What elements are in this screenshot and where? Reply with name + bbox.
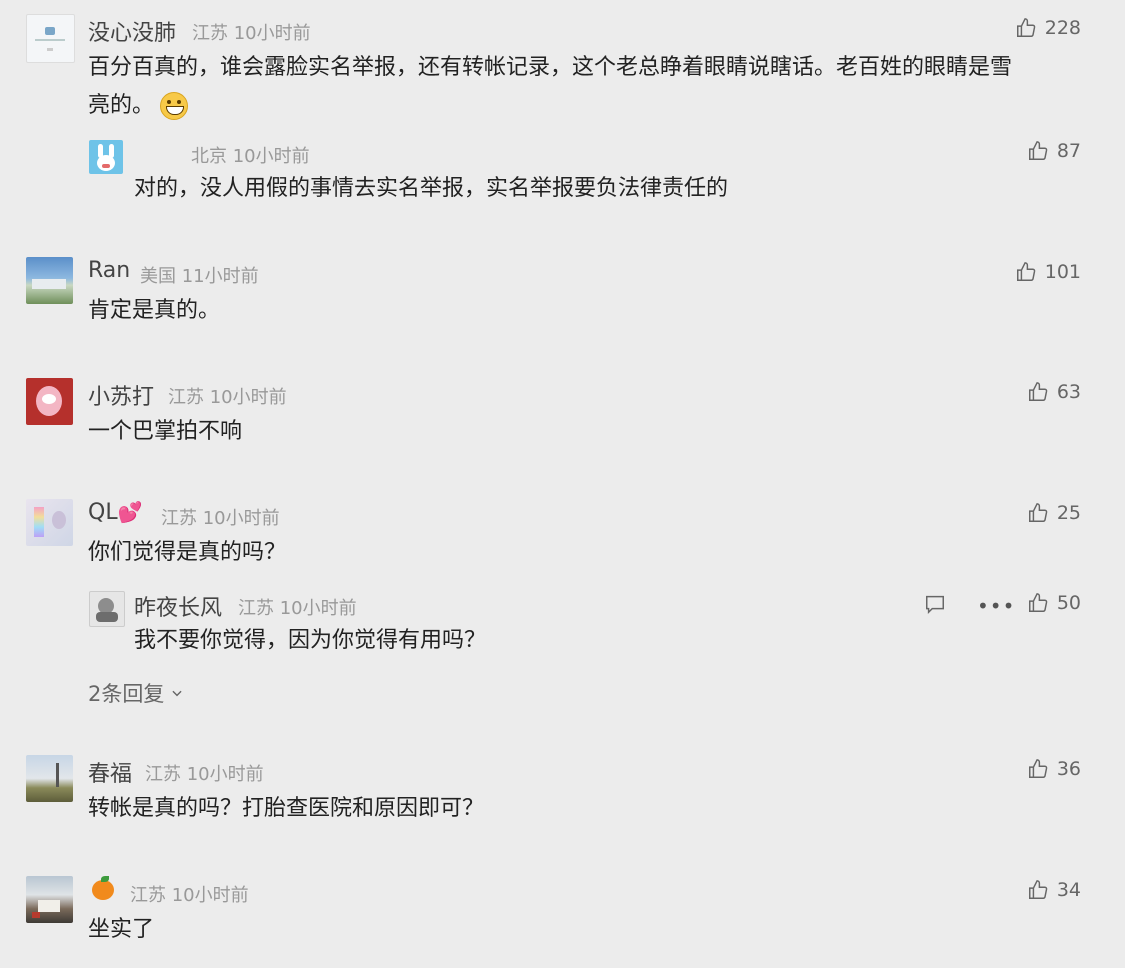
username-orange-icon[interactable]: 🍊 bbox=[92, 876, 114, 906]
like-button[interactable]: 87 bbox=[1027, 140, 1081, 162]
location: 美国 bbox=[140, 266, 176, 287]
thumbs-up-icon bbox=[1028, 141, 1048, 160]
timestamp: 10小时前 bbox=[171, 885, 249, 906]
username[interactable]: Ran bbox=[88, 258, 130, 283]
avatar[interactable] bbox=[26, 755, 73, 802]
comment-meta: 江苏 10小时前 bbox=[161, 504, 280, 530]
like-count: 101 bbox=[1044, 261, 1081, 283]
avatar[interactable] bbox=[26, 499, 73, 546]
avatar[interactable] bbox=[26, 876, 73, 923]
grin-emoji-icon bbox=[160, 92, 189, 120]
username-text: QL bbox=[88, 500, 118, 525]
location: 江苏 bbox=[130, 885, 166, 906]
avatar[interactable] bbox=[26, 257, 73, 304]
comment-text: 一个巴掌拍不响 bbox=[88, 419, 243, 444]
like-count: 228 bbox=[1044, 17, 1081, 39]
username[interactable]: 昨夜长风 bbox=[134, 590, 222, 622]
comment-text: 坐实了 bbox=[88, 917, 155, 942]
location: 江苏 bbox=[161, 508, 197, 529]
reply-comment-icon[interactable] bbox=[924, 593, 946, 619]
location: 江苏 bbox=[145, 764, 181, 785]
comment-text: 你们觉得是真的吗？ bbox=[88, 540, 287, 565]
thumbs-up-icon bbox=[1028, 759, 1048, 778]
like-button[interactable]: 63 bbox=[1027, 381, 1081, 403]
like-count: 87 bbox=[1056, 140, 1081, 162]
username[interactable]: 没心没肺 bbox=[88, 15, 176, 47]
location: 北京 bbox=[191, 146, 227, 167]
timestamp: 10小时前 bbox=[202, 508, 280, 529]
reply-text: 对的，没人用假的事情去实名举报，实名举报要负法律责任的 bbox=[134, 176, 729, 201]
like-button[interactable]: 36 bbox=[1027, 758, 1081, 780]
comment-text: 转帐是真的吗？打胎查医院和原因即可？ bbox=[88, 796, 485, 821]
thumbs-up-icon bbox=[1016, 18, 1036, 37]
timestamp: 10小时前 bbox=[279, 598, 357, 619]
thumbs-up-icon bbox=[1028, 382, 1048, 401]
username[interactable]: 小苏打 bbox=[88, 379, 154, 411]
timestamp: 10小时前 bbox=[209, 387, 287, 408]
avatar[interactable] bbox=[89, 591, 125, 627]
like-count: 34 bbox=[1056, 879, 1081, 901]
timestamp: 10小时前 bbox=[233, 23, 311, 44]
more-replies-button[interactable]: 2条回复 bbox=[88, 678, 184, 708]
comment-meta: 江苏 10小时前 bbox=[130, 881, 249, 907]
like-button[interactable]: 101 bbox=[1015, 261, 1081, 283]
like-count: 50 bbox=[1056, 592, 1081, 614]
comment-text: 百分百真的，谁会露脸实名举报，还有转帐记录，这个老总睁着眼睛说瞎话。老百姓的眼睛… bbox=[88, 49, 1012, 125]
thumbs-up-icon bbox=[1028, 503, 1048, 522]
thumbs-up-icon bbox=[1028, 593, 1048, 612]
avatar[interactable] bbox=[26, 378, 73, 425]
timestamp: 10小时前 bbox=[186, 764, 264, 785]
chevron-down-icon bbox=[172, 690, 182, 697]
like-count: 63 bbox=[1056, 381, 1081, 403]
like-count: 25 bbox=[1056, 502, 1081, 524]
comment-meta: 江苏 10小时前 bbox=[238, 594, 357, 620]
comment-meta: 江苏 10小时前 bbox=[145, 760, 264, 786]
avatar[interactable] bbox=[26, 14, 75, 63]
more-replies-label: 2条回复 bbox=[88, 682, 165, 706]
comment-text: 肯定是真的。 bbox=[88, 298, 221, 323]
comment-meta: 江苏 10小时前 bbox=[168, 383, 287, 409]
comment-text-line: 亮的。 bbox=[88, 93, 155, 118]
comment-meta: 江苏 10小时前 bbox=[192, 19, 311, 45]
comment-text-line: 百分百真的，谁会露脸实名举报，还有转帐记录，这个老总睁着眼睛说瞎话。老百姓的眼睛… bbox=[88, 55, 1013, 80]
orange-icon bbox=[92, 876, 114, 900]
thumbs-up-icon bbox=[1016, 262, 1036, 281]
location: 江苏 bbox=[192, 23, 228, 44]
like-button[interactable]: 228 bbox=[1015, 17, 1081, 39]
like-button[interactable]: 34 bbox=[1027, 879, 1081, 901]
location: 江苏 bbox=[168, 387, 204, 408]
timestamp: 11小时前 bbox=[181, 266, 259, 287]
like-count: 36 bbox=[1056, 758, 1081, 780]
more-options-icon[interactable]: ••• bbox=[977, 594, 1015, 618]
thumbs-up-icon bbox=[1028, 880, 1048, 899]
username[interactable]: 春福 bbox=[88, 756, 132, 788]
avatar[interactable] bbox=[89, 140, 123, 174]
like-button[interactable]: 25 bbox=[1027, 502, 1081, 524]
reply-text: 我不要你觉得，因为你觉得有用吗？ bbox=[134, 628, 487, 653]
like-button[interactable]: 50 bbox=[1027, 592, 1081, 614]
timestamp: 10小时前 bbox=[232, 146, 310, 167]
username[interactable]: QL💕 bbox=[88, 500, 142, 525]
comment-meta: 美国 11小时前 bbox=[140, 262, 259, 288]
location: 江苏 bbox=[238, 598, 274, 619]
heart-emoji-icon: 💕 bbox=[117, 500, 143, 524]
comment-meta: 北京 10小时前 bbox=[191, 142, 310, 168]
